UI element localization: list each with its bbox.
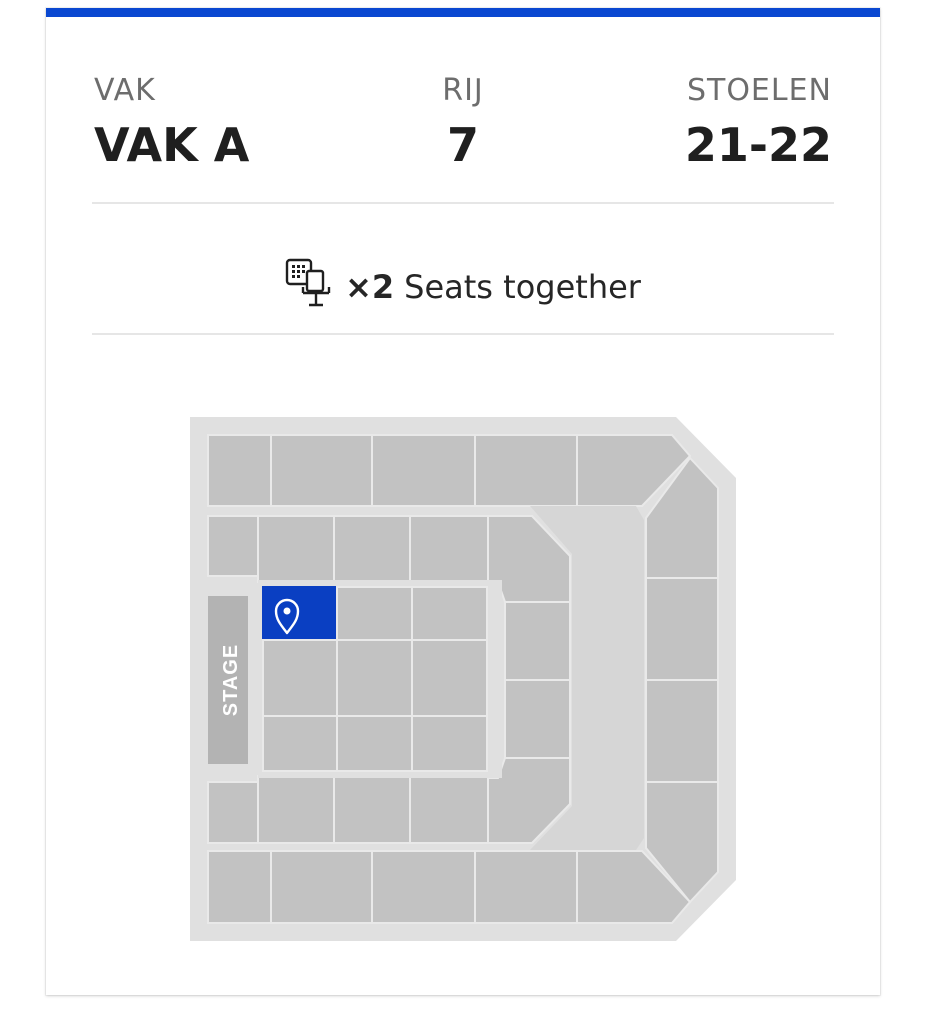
upper-right-sections[interactable] [645,456,719,904]
floor-section-selected [262,586,338,641]
venue-map[interactable]: STAGE [0,0,926,1024]
lower-bottom-sections[interactable] [207,775,489,844]
upper-bottom-sections[interactable] [207,850,692,924]
venue-map-container: STAGE [0,0,926,1024]
stage-label: STAGE [220,644,242,716]
upper-top-sections[interactable] [207,434,692,507]
